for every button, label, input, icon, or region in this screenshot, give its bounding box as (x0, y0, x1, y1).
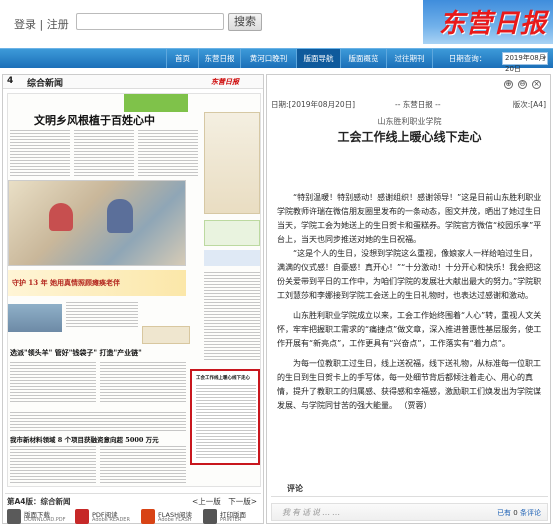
print-page-button[interactable]: 打印版面 PRINTER (203, 509, 261, 524)
nav-date-query-label: 日期查询： (432, 49, 502, 68)
search-input[interactable] (76, 13, 224, 30)
main-nav: 首页 东营日报 黄河口晚刊 版面导航 版面概览 过往期刊 日期查询： 2019年… (0, 48, 553, 73)
pdf-reader-button[interactable]: PDF阅读 Adobe READER (75, 509, 135, 524)
page-number: 4 (7, 76, 14, 86)
article-page-ref: 版次:[A4] (512, 100, 546, 109)
prev-page-link[interactable]: <上一版 (192, 497, 221, 506)
close-icon[interactable]: × (532, 80, 541, 89)
article-headline: 工会工作线上暖心线下走心 (337, 130, 482, 144)
page-pagination: <上一版 下一版> (187, 496, 257, 507)
login-separator: | (39, 18, 44, 31)
newspaper-page-panel: 4 综合新闻 东营日报 文明乡风根植于百姓心中 守护 13 年 她用真情照顾瘫痪… (2, 74, 264, 524)
login-links: 登录 | 注册 (14, 16, 69, 32)
download-icon (7, 509, 21, 524)
nav-huanghekou-evening[interactable]: 黄河口晚刊 (240, 49, 296, 68)
comment-box[interactable]: 我有话说…… 已有 0 条评论 (271, 503, 548, 521)
article-kicker: 山东胜利职业学院 (377, 117, 442, 126)
text-block (10, 412, 186, 432)
footer-page-label: 第A4版：综合新闻 (7, 497, 71, 506)
download-pdf-button[interactable]: 版面下载 DOWNLOAD.PDF (7, 509, 67, 524)
article-paragraph: “这是个人的生日，没想到学院这么重视，像娘家人一样给咱过生日，满满的仪式感！自豪… (277, 249, 542, 300)
comment-section-label: 评论 (287, 484, 303, 493)
nav-dongying-daily[interactable]: 东营日报 (198, 49, 240, 68)
logo-text: 东营日报 (438, 9, 547, 39)
printer-icon (203, 509, 217, 524)
article-panel: ⊕ ⊖ × 日期:[2019年08月20日] -- 东营日报 -- 版次:[A4… (266, 74, 551, 524)
article-paragraph: 为每一位教职工过生日，线上送祝福，线下送礼物，从标准每一位职工的生日到生日贺卡上… (277, 359, 541, 410)
nav-home[interactable]: 首页 (166, 49, 198, 68)
comment-count-link[interactable]: 条评论 (520, 509, 541, 517)
small-photo (8, 304, 62, 332)
comment-have-text: 已有 (497, 509, 512, 517)
article-paper-name: -- 东营日报 -- (395, 100, 441, 109)
nav-page-navigation[interactable]: 版面导航 (296, 49, 340, 68)
download-sub: DOWNLOAD.PDF (24, 517, 66, 523)
newspaper-page-image[interactable]: 文明乡风根植于百姓心中 守护 13 年 她用真情照顾瘫痪老伴 选派"领头羊" 管… (7, 93, 261, 487)
side-ad-block (204, 112, 260, 214)
mid-ad-block (142, 326, 190, 344)
text-block (204, 272, 260, 362)
text-block (100, 446, 186, 484)
next-page-link[interactable]: 下一版> (228, 497, 257, 506)
side-ad-green (204, 220, 260, 246)
page-section-name: 综合新闻 (27, 79, 64, 89)
article-link-headline-3[interactable]: 选派"领头羊" 管好"钱袋子" 打造"产业链" (10, 348, 142, 358)
comment-divider (271, 496, 548, 497)
flash-reader-button[interactable]: FLASH阅读 Adobe FLASH (141, 509, 201, 524)
text-block (10, 446, 96, 484)
comment-count-info: 已有 0 条评论 (497, 508, 541, 518)
news-photo (8, 180, 186, 266)
zoom-out-icon[interactable]: ⊖ (518, 80, 527, 89)
article-paragraph: 山东胜利职业学院成立以来，工会工作始终围着“人心”转，重视人文关怀，牢牢把握职工… (277, 311, 542, 348)
text-block (74, 130, 134, 178)
date-select[interactable]: 2019年08月20日 (502, 52, 548, 73)
comment-prompt: 我有话说…… (282, 508, 342, 517)
article-body: “特别温暖！特别感动！感谢组织！感谢领导！”这是日前山东胜利职业学院教师许瑞在微… (277, 191, 545, 413)
zoom-in-icon[interactable]: ⊕ (504, 80, 513, 89)
search-button[interactable]: 搜索 (228, 13, 262, 31)
page-logo: 东营日报 (211, 77, 239, 86)
nav-past-issues[interactable]: 过往期刊 (386, 49, 432, 68)
article-link-headline-2[interactable]: 守护 13 年 她用真情照顾瘫痪老伴 (12, 278, 120, 288)
page-header: 4 综合新闻 东营日报 (3, 75, 263, 89)
register-link[interactable]: 注册 (47, 18, 69, 31)
top-header: 登录 | 注册 搜索 东营日报 (0, 0, 553, 44)
pdf-icon (75, 509, 89, 524)
login-link[interactable]: 登录 (14, 18, 36, 31)
top-ad-block (124, 94, 188, 112)
selected-article-box-title: 工会工作线上暖心线下走心 (196, 376, 250, 381)
article-date: 日期:[2019年08月20日] (271, 100, 356, 109)
text-block (66, 302, 138, 328)
comment-count: 0 (513, 509, 518, 517)
text-block (138, 130, 198, 178)
headline-band: 守护 13 年 她用真情照顾瘫痪老伴 (8, 270, 186, 296)
masthead-logo: 东营日报 (423, 0, 553, 44)
side-ad-blue (204, 250, 260, 266)
article-paragraph: “特别温暖！特别感动！感谢组织！感谢领导！”这是日前山东胜利职业学院教师许瑞在微… (277, 193, 542, 244)
pdf-sub: Adobe READER (92, 517, 130, 523)
text-block (10, 130, 70, 178)
article-meta: 日期:[2019年08月20日] -- 东营日报 -- 版次:[A4] (271, 99, 548, 111)
nav-page-overview[interactable]: 版面概览 (340, 49, 386, 68)
print-sub: PRINTER (220, 517, 242, 523)
article-link-headline-4[interactable]: 我市新材料领域 8 个项目获融资意向超 5000 万元 (10, 434, 159, 444)
text-block (196, 385, 256, 459)
page-footer: 第A4版：综合新闻 <上一版 下一版> (5, 493, 261, 507)
selected-article-highlight[interactable]: 工会工作线上暖心线下走心 (190, 369, 260, 465)
flash-icon (141, 509, 155, 524)
text-block (10, 362, 96, 404)
text-block (100, 362, 186, 404)
download-bar: 版面下载 DOWNLOAD.PDF PDF阅读 Adobe READER FLA… (5, 509, 261, 524)
article-link-headline-1[interactable]: 文明乡风根植于百姓心中 (34, 112, 155, 128)
flash-sub: Adobe FLASH (158, 517, 192, 523)
